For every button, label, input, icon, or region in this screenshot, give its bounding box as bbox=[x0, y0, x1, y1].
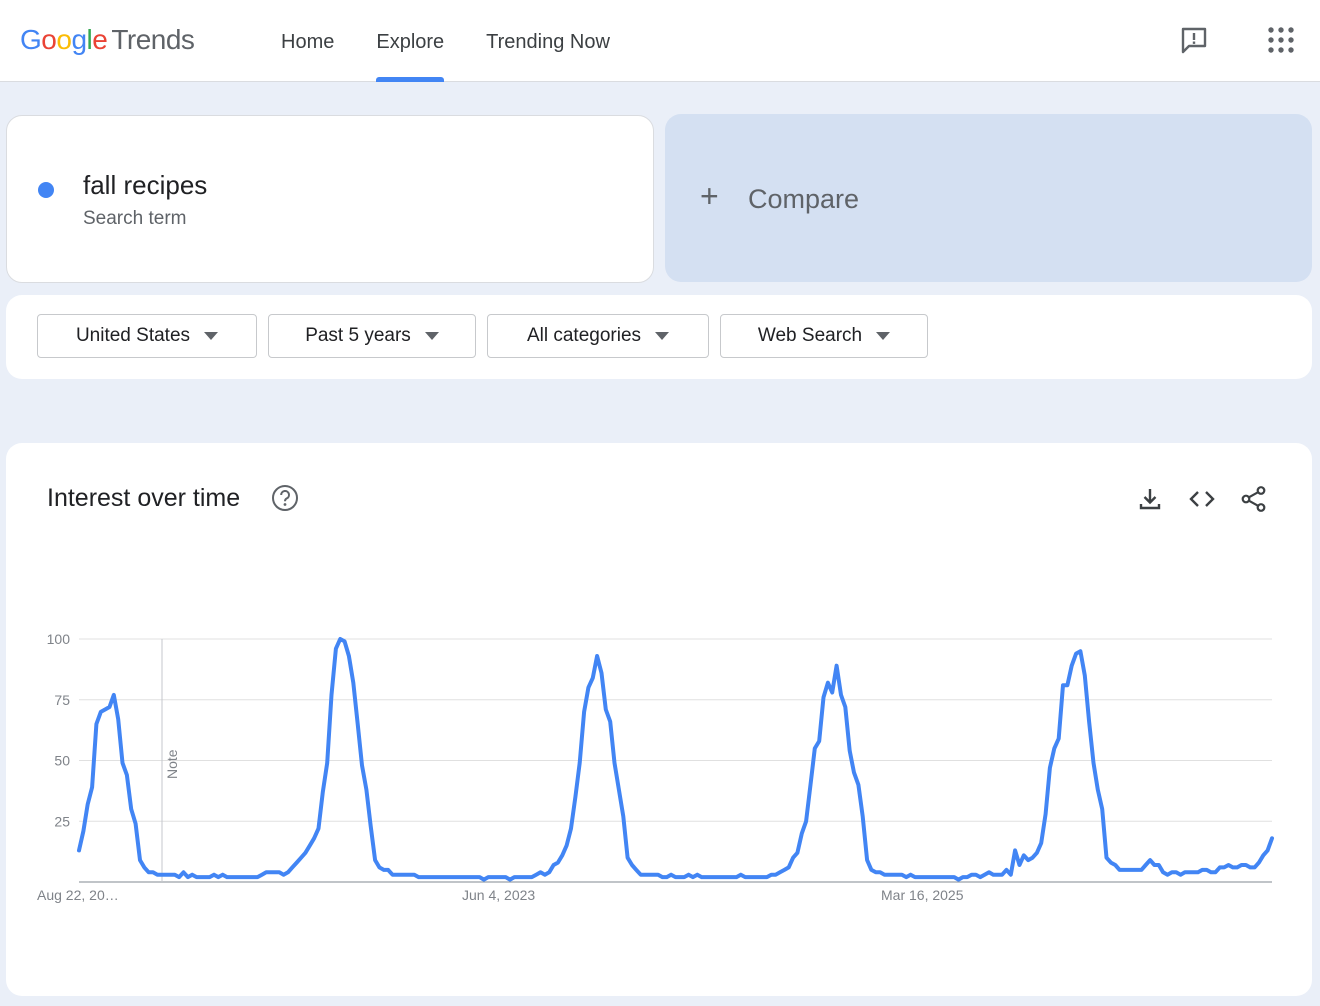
interest-chart: 100 75 50 25 Note Aug 22, 20… Jun 4, 2023 Mar 1… bbox=[37, 631, 1274, 903]
y-tick-label: 75 bbox=[54, 692, 70, 708]
logo-trends-text: Trends bbox=[111, 24, 195, 55]
nav-explore[interactable]: Explore bbox=[355, 0, 465, 82]
y-tick-label: 50 bbox=[54, 753, 70, 769]
time-range-dropdown[interactable]: Past 5 years bbox=[268, 314, 476, 358]
term-color-dot bbox=[38, 182, 54, 198]
main-nav: Home Explore Trending Now bbox=[260, 0, 631, 82]
compare-label: Compare bbox=[748, 184, 860, 214]
compare-button[interactable]: + Compare bbox=[665, 114, 1312, 282]
top-bar: Google Trends Home Explore Trending Now bbox=[0, 0, 1320, 82]
chart-title: Interest over time bbox=[47, 484, 241, 512]
category-value: All categories bbox=[526, 325, 642, 346]
search-type-value: Web Search bbox=[757, 325, 863, 346]
y-tick-label: 100 bbox=[47, 631, 71, 647]
nav-home[interactable]: Home bbox=[260, 0, 355, 81]
caret-down-icon bbox=[655, 332, 670, 340]
search-area: fall recipes Search term + Compare Unite… bbox=[0, 82, 1320, 409]
nav-trending-now[interactable]: Trending Now bbox=[465, 0, 631, 81]
share-icon[interactable] bbox=[1240, 485, 1268, 513]
x-tick-label: Mar 16, 2025 bbox=[881, 887, 964, 903]
search-term-type: Search term bbox=[83, 208, 187, 229]
apps-grid-icon[interactable] bbox=[1266, 25, 1296, 55]
time-range-value: Past 5 years bbox=[305, 325, 411, 346]
embed-code-icon[interactable] bbox=[1188, 485, 1216, 513]
region-dropdown[interactable]: United States bbox=[37, 314, 257, 358]
x-tick-label: Aug 22, 20… bbox=[37, 887, 119, 903]
search-type-dropdown[interactable]: Web Search bbox=[720, 314, 928, 358]
feedback-icon[interactable] bbox=[1179, 25, 1209, 55]
plus-icon: + bbox=[700, 178, 719, 214]
y-tick-label: 25 bbox=[54, 813, 70, 829]
caret-down-icon bbox=[204, 332, 219, 340]
region-value: United States bbox=[75, 325, 191, 346]
search-term-name[interactable]: fall recipes bbox=[83, 170, 207, 201]
search-term-card[interactable]: fall recipes Search term bbox=[6, 115, 654, 283]
series-line-fall-recipes bbox=[77, 637, 1274, 882]
caret-down-icon bbox=[424, 332, 439, 340]
x-tick-label: Jun 4, 2023 bbox=[462, 887, 535, 903]
caret-down-icon bbox=[876, 332, 891, 340]
help-icon[interactable] bbox=[270, 483, 300, 513]
download-icon[interactable] bbox=[1136, 485, 1164, 513]
filters-bar: United States Past 5 years All categorie… bbox=[6, 295, 1312, 379]
note-marker-label: Note bbox=[164, 749, 180, 779]
category-dropdown[interactable]: All categories bbox=[487, 314, 709, 358]
google-trends-logo[interactable]: Google Trends bbox=[20, 24, 195, 56]
interest-over-time-card: 100 75 50 25 Note Aug 22, 20… Jun 4, 2023 Mar 1… bbox=[6, 443, 1312, 996]
